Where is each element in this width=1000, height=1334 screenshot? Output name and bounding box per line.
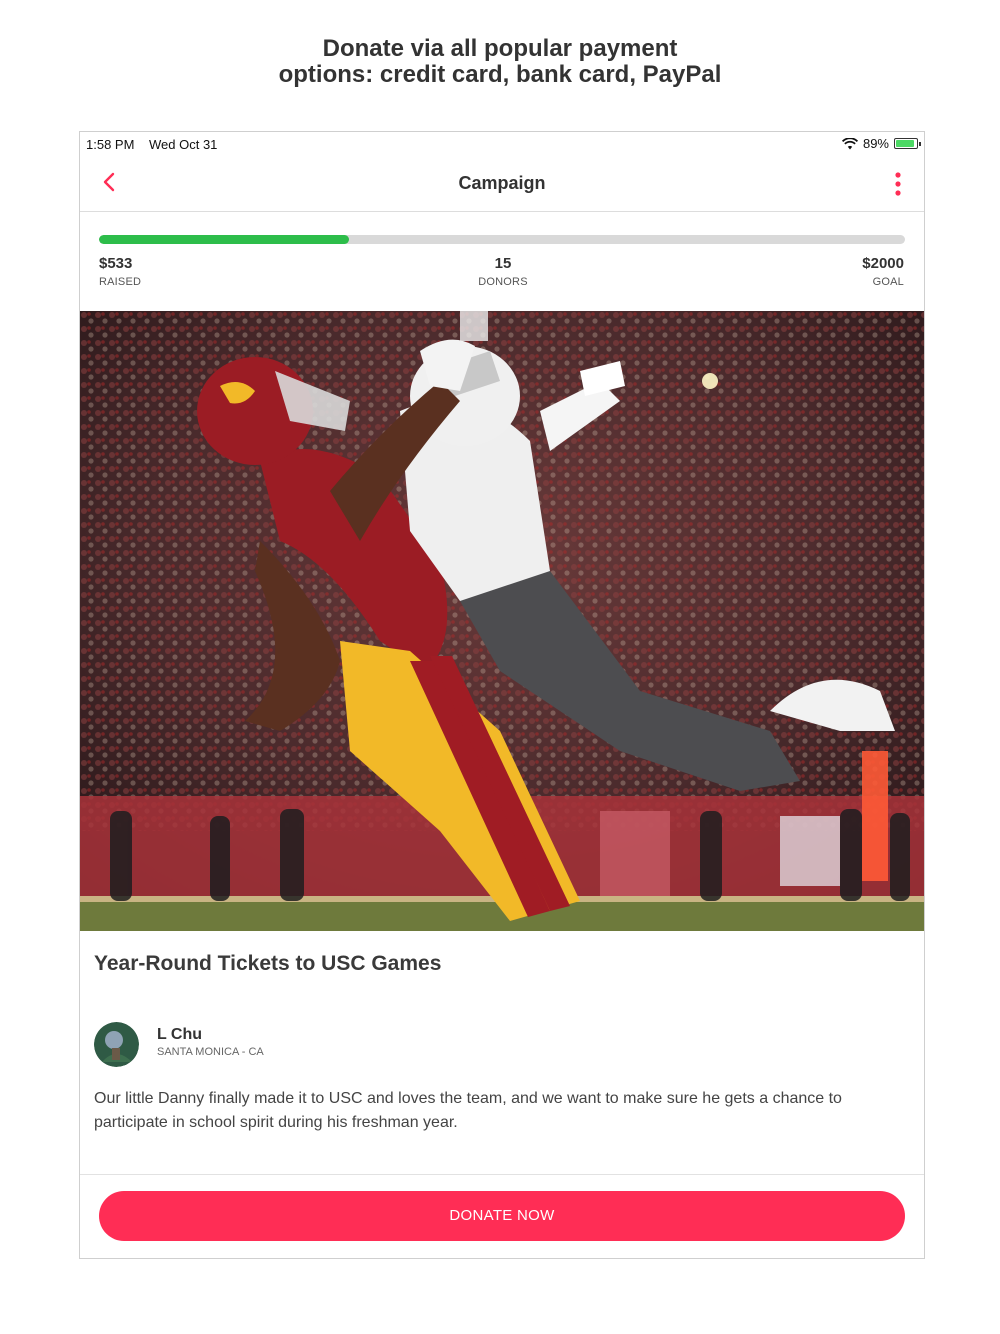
raised-stat: $533 RAISED xyxy=(99,255,141,288)
divider xyxy=(80,1174,924,1175)
more-vertical-icon xyxy=(895,172,901,196)
donors-label: DONORS xyxy=(478,276,528,288)
battery-icon xyxy=(894,138,921,149)
status-date: Wed Oct 31 xyxy=(149,137,218,152)
campaign-hero-image xyxy=(80,311,924,931)
goal-label: GOAL xyxy=(872,276,904,288)
wifi-icon xyxy=(841,137,858,149)
organizer[interactable]: L Chu SANTA MONICA - CA xyxy=(94,1022,594,1070)
promo-line-2: options: credit card, bank card, PayPal xyxy=(278,61,722,88)
status-time: 1:58 PM xyxy=(86,137,135,152)
donate-now-button[interactable]: DONATE NOW xyxy=(99,1191,905,1241)
promo-line-1: Donate via all popular payment xyxy=(322,35,678,62)
more-menu-button[interactable] xyxy=(886,170,910,198)
page-title: Campaign xyxy=(458,173,546,193)
goal-stat: $2000 GOAL xyxy=(862,255,904,288)
nav-bar: Campaign xyxy=(80,156,924,212)
progress-bar xyxy=(99,235,905,244)
organizer-location: SANTA MONICA - CA xyxy=(157,1046,264,1058)
battery-level-fill xyxy=(896,140,914,147)
donors-stat: 15 DONORS xyxy=(453,255,553,288)
funding-progress: $533 RAISED 15 DONORS $2000 GOAL xyxy=(80,212,924,312)
organizer-name: L Chu xyxy=(157,1026,203,1043)
campaign-description: Our little Danny finally made it to USC … xyxy=(94,1090,842,1131)
app-screen: 1:58 PM Wed Oct 31 89% Campaign $533 RAI… xyxy=(79,131,925,1259)
campaign-title: Year-Round Tickets to USC Games xyxy=(94,952,442,975)
raised-label: RAISED xyxy=(99,276,142,288)
donors-count: 15 xyxy=(494,255,512,272)
status-indicators: 89% xyxy=(841,136,921,151)
goal-amount: $2000 xyxy=(862,255,904,272)
promo-caption: Donate via all popular payment options: … xyxy=(0,36,1000,88)
battery-percent: 89% xyxy=(862,136,889,151)
status-bar: 1:58 PM Wed Oct 31 89% xyxy=(80,132,924,156)
raised-amount: $533 xyxy=(99,255,133,272)
avatar[interactable] xyxy=(94,1022,139,1067)
progress-bar-fill xyxy=(99,235,349,244)
